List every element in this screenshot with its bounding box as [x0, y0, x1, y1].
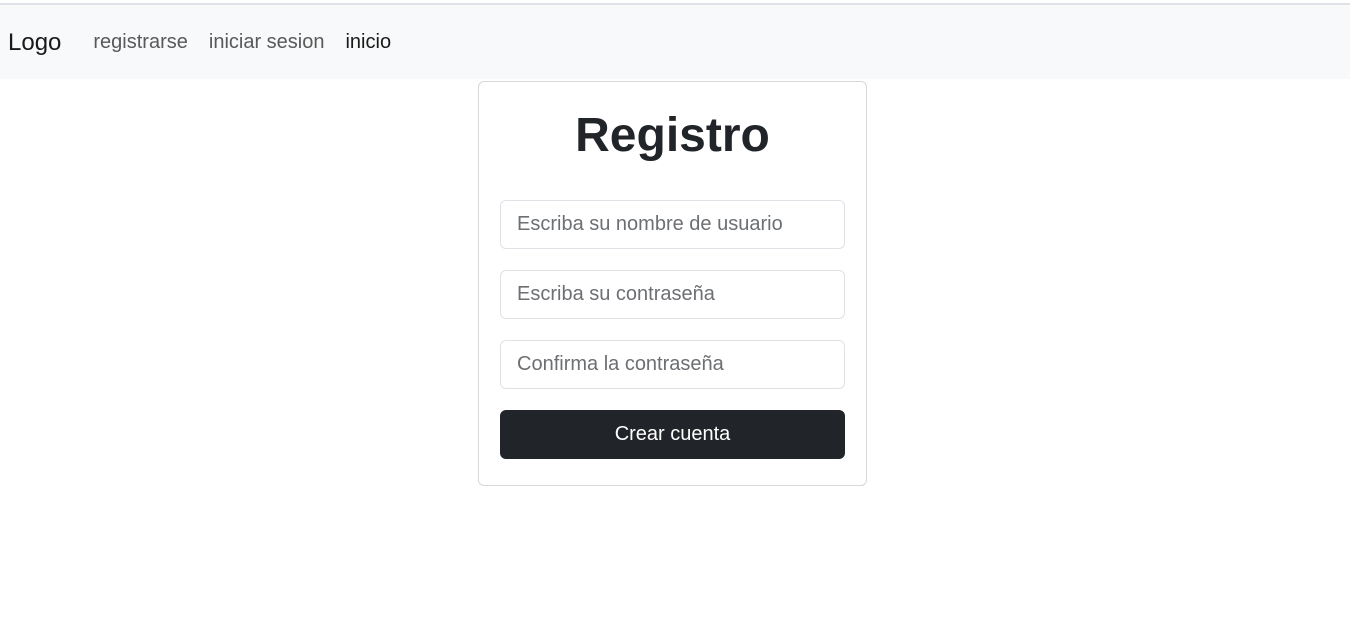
nav-link-iniciar-sesion[interactable]: iniciar sesion [209, 31, 325, 54]
page-title: Registro [575, 109, 770, 162]
username-input[interactable] [500, 200, 845, 249]
nav-link-inicio[interactable]: inicio [345, 31, 391, 54]
confirm-password-input[interactable] [500, 340, 845, 389]
create-account-button[interactable]: Crear cuenta [500, 410, 845, 459]
password-input[interactable] [500, 270, 845, 319]
nav-link-registrarse[interactable]: registrarse [93, 31, 187, 54]
navbar: Logo registrarse iniciar sesion inicio [0, 5, 1350, 79]
brand-logo[interactable]: Logo [8, 29, 61, 57]
register-card: Registro Crear cuenta [478, 81, 867, 486]
